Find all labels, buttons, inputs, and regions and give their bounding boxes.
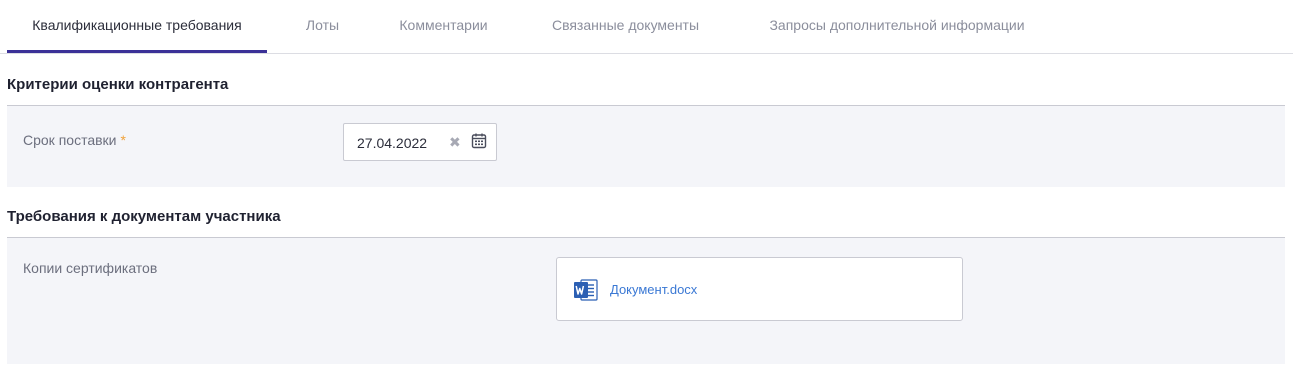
- tab-qualification-requirements[interactable]: Квалификационные требования: [7, 0, 267, 53]
- delivery-date-value[interactable]: 27.04.2022: [357, 135, 427, 151]
- section-title-documents: Требования к документам участника: [7, 208, 281, 225]
- required-mark: *: [120, 132, 126, 148]
- tab-additional-info-requests[interactable]: Запросы дополнительной информации: [744, 0, 1050, 53]
- delivery-date-input[interactable]: 27.04.2022 ✖: [343, 123, 497, 161]
- section-title-criteria: Критерии оценки контрагента: [7, 76, 229, 93]
- document-file-link[interactable]: Документ.docx: [610, 282, 697, 297]
- calendar-icon[interactable]: [471, 132, 487, 150]
- field-label-delivery: Срок поставки *: [23, 132, 126, 148]
- word-icon: [574, 279, 598, 301]
- section-criteria-body: Срок поставки * 27.04.2022 ✖: [7, 105, 1285, 187]
- section-documents-body: Копии сертификатов Документ.docx: [7, 237, 1285, 364]
- document-card[interactable]: Документ.docx: [556, 257, 963, 321]
- tab-related-documents[interactable]: Связанные документы: [531, 0, 720, 53]
- tab-bar: Квалификационные требования Лоты Коммент…: [0, 0, 1293, 54]
- delivery-label-text: Срок поставки: [23, 132, 117, 148]
- page: Квалификационные требования Лоты Коммент…: [0, 0, 1293, 367]
- close-icon[interactable]: ✖: [449, 133, 461, 151]
- tab-lots[interactable]: Лоты: [289, 0, 356, 53]
- tab-comments[interactable]: Комментарии: [381, 0, 506, 53]
- field-label-certificates: Копии сертификатов: [23, 260, 158, 276]
